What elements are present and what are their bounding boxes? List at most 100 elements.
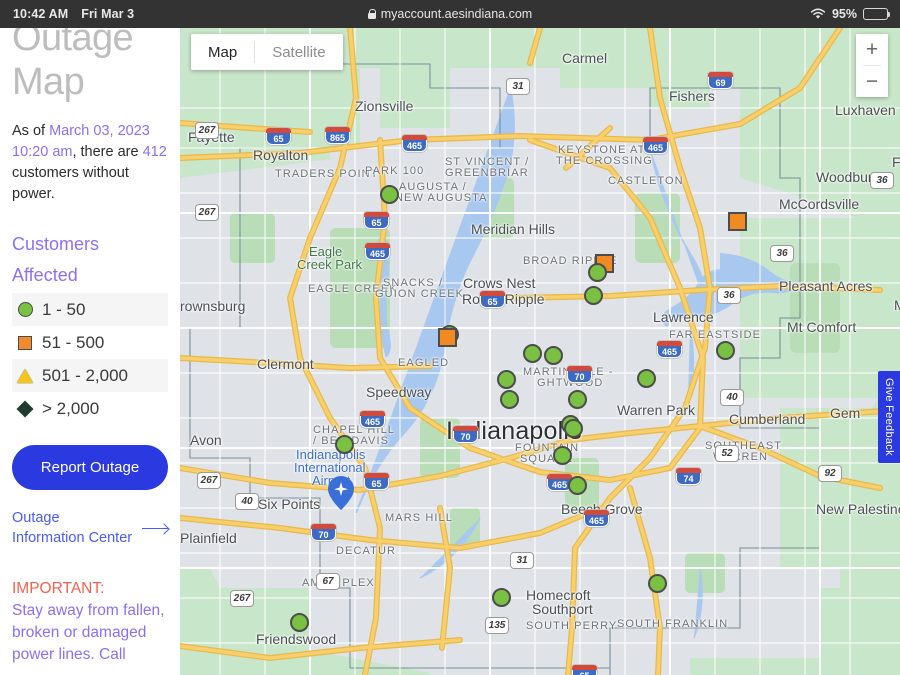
- highway-shield-65: 65: [364, 212, 389, 229]
- legend-label: 501 - 2,000: [42, 365, 129, 385]
- highway-shield-36: 36: [770, 245, 794, 262]
- highway-shield-65: 65: [364, 473, 389, 490]
- asof-middle: , there are: [72, 144, 143, 160]
- map-label: Mt Comfort: [787, 319, 857, 335]
- highway-shield-465: 465: [402, 135, 427, 152]
- map-label: Creek Park: [297, 257, 363, 272]
- outage-marker-green-circle[interactable]: [553, 446, 572, 465]
- map-label: THE CROSSING: [556, 155, 653, 167]
- outage-information-center-link[interactable]: Outage Information Center: [12, 508, 168, 548]
- battery-percent: 95%: [831, 7, 857, 21]
- sidebar: Outage Map As of March 03, 2023 10:20 am…: [0, 28, 180, 675]
- highway-shield-135: 135: [485, 617, 509, 634]
- address-bar[interactable]: myaccount.aesindiana.com: [0, 7, 900, 21]
- map-label: For: [892, 154, 900, 170]
- outage-marker-green-circle[interactable]: [568, 476, 587, 495]
- highway-shield-267: 267: [195, 122, 219, 139]
- highway-shield-36: 36: [870, 172, 894, 189]
- map-label: Cumberland: [729, 411, 806, 427]
- lock-icon: [367, 9, 377, 19]
- outage-marker-green-circle[interactable]: [716, 341, 735, 360]
- legend-label: 1 - 50: [42, 299, 86, 319]
- map-label: Avon: [190, 432, 222, 448]
- asof-suffix: customers without power.: [12, 165, 129, 202]
- highway-shield-267: 267: [195, 204, 219, 221]
- outage-marker-green-circle[interactable]: [492, 588, 511, 607]
- map-label: Speedway: [366, 384, 432, 400]
- map-label: GREENBRIAR: [445, 167, 529, 179]
- highway-shield-74: 74: [676, 468, 701, 485]
- outage-marker-green-circle[interactable]: [290, 613, 309, 632]
- highway-shield-465: 465: [365, 243, 390, 260]
- outage-marker-green-circle[interactable]: [568, 390, 587, 409]
- highway-shield-52: 52: [715, 445, 739, 462]
- map-label: FAR EASTSIDE: [669, 329, 762, 341]
- map-type-control[interactable]: Map Satellite: [191, 34, 343, 70]
- customer-count: 412: [142, 144, 167, 160]
- highway-shield-31: 31: [506, 78, 530, 95]
- outage-marker-green-circle[interactable]: [544, 346, 563, 365]
- outage-marker-orange-square[interactable]: [438, 328, 457, 347]
- highway-shield-65: 65: [480, 291, 505, 308]
- highway-shield-40: 40: [235, 493, 259, 510]
- important-body: Stay away from fallen, broken or damaged…: [12, 602, 165, 663]
- give-feedback-tab[interactable]: Give Feedback: [878, 371, 900, 463]
- asof-prefix: As of: [12, 123, 50, 139]
- legend-item-51-500: 51 - 500: [12, 326, 168, 359]
- outage-marker-green-circle[interactable]: [588, 263, 607, 282]
- outage-map-page: 10:42 AM Fri Mar 3 myaccount.aesindiana.…: [0, 0, 900, 675]
- zoom-in-button[interactable]: +: [856, 34, 888, 65]
- map-label: Southport: [532, 601, 593, 617]
- map-label: Carmel: [562, 50, 608, 66]
- map-label: Pleasant Acres: [779, 278, 873, 294]
- important-heading: IMPORTANT:: [12, 580, 105, 597]
- outage-marker-green-circle[interactable]: [584, 286, 603, 305]
- map-type-satellite-button[interactable]: Satellite: [255, 34, 343, 70]
- status-right: 95%: [810, 7, 891, 21]
- map-label: Friendswood: [256, 631, 337, 647]
- map-label: Fishers: [669, 88, 715, 104]
- outage-map[interactable]: .water { fill:#a8c8f0; } .green { fill:#…: [180, 28, 900, 675]
- map-label: GUION CREEK: [375, 288, 465, 300]
- map-label: DECATUR: [336, 545, 397, 557]
- give-feedback-label: Give Feedback: [883, 378, 895, 456]
- zoom-control[interactable]: + −: [856, 34, 888, 97]
- report-outage-button[interactable]: Report Outage: [12, 445, 168, 490]
- map-label: McCordsville: [779, 196, 860, 212]
- map-label: EAGLED: [398, 357, 450, 369]
- highway-shield-65: 65: [266, 128, 291, 145]
- outage-marker-green-circle[interactable]: [637, 369, 656, 388]
- legend-label: 51 - 500: [42, 332, 105, 352]
- map-label: Plainfield: [180, 530, 237, 546]
- map-type-map-button[interactable]: Map: [191, 34, 255, 70]
- zoom-out-button[interactable]: −: [856, 66, 888, 97]
- map-label: Meridian Hills: [471, 221, 556, 237]
- map-label: SOUTH FRANKLIN: [617, 618, 729, 630]
- legend-heading: Customers Affected: [12, 234, 100, 285]
- outage-marker-green-circle[interactable]: [497, 370, 516, 389]
- legend-item-over-2000: > 2,000: [12, 392, 168, 425]
- outage-marker-green-circle[interactable]: [523, 344, 542, 363]
- highway-shield-465: 465: [643, 137, 668, 154]
- highway-shield-70: 70: [311, 524, 336, 541]
- map-label: Lawrence: [653, 309, 714, 325]
- highway-shield-36: 36: [717, 287, 741, 304]
- highway-shield-69: 69: [708, 72, 733, 89]
- outage-marker-green-circle[interactable]: [380, 185, 399, 204]
- outage-marker-green-circle[interactable]: [500, 390, 519, 409]
- highway-shield-865: 865: [325, 127, 350, 144]
- map-label: Zionsville: [355, 98, 414, 114]
- outage-marker-green-circle[interactable]: [564, 419, 583, 438]
- outage-marker-green-circle[interactable]: [648, 574, 667, 593]
- outage-marker-green-circle[interactable]: [335, 435, 354, 454]
- map-label: Crows Nest: [463, 275, 536, 291]
- green-circle-icon: [16, 302, 34, 317]
- outage-marker-orange-square[interactable]: [728, 212, 747, 231]
- highway-shield-70: 70: [453, 426, 478, 443]
- highway-shield-267: 267: [197, 472, 221, 489]
- orange-square-icon: [16, 335, 34, 350]
- ios-status-bar: 10:42 AM Fri Mar 3 myaccount.aesindiana.…: [0, 0, 900, 28]
- map-label: TRADERS POINT: [275, 168, 379, 180]
- black-diamond-icon: [16, 400, 34, 417]
- map-label: Luxhaven: [835, 102, 896, 118]
